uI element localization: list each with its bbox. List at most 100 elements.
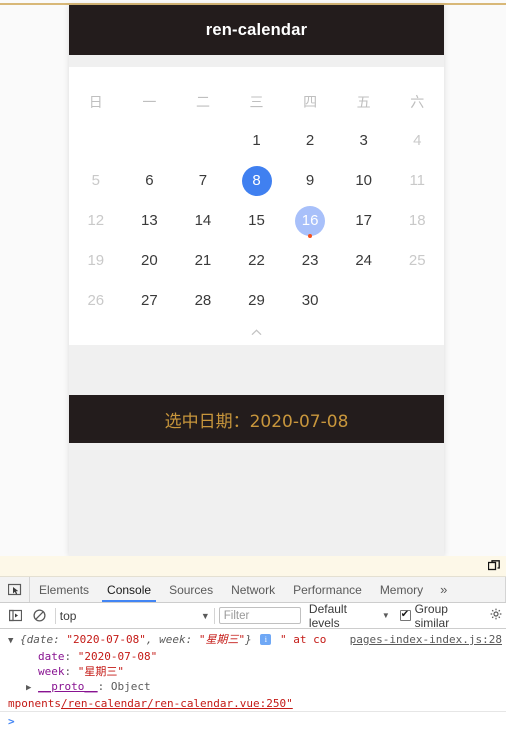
calendar-day-7[interactable]: 7 [176,161,230,201]
calendar-day-17[interactable]: 17 [337,201,391,241]
console-toolbar[interactable]: top ▼ Filter Default levels ▼ Group simi… [0,601,506,630]
calendar-day-14[interactable]: 14 [176,201,230,241]
calendar-day-25[interactable]: 25 [390,241,444,281]
calendar-day-18[interactable]: 18 [390,201,444,241]
calendar-day-9[interactable]: 9 [283,161,337,201]
event-dot-indicator [308,234,313,238]
console-prop-date: date: "2020-07-08" [8,649,502,664]
dock-window-icon[interactable] [487,559,500,577]
console-settings-icon[interactable] [490,608,502,623]
proto-value: Object [110,680,151,693]
calendar-day-1[interactable]: 1 [230,121,284,161]
group-similar-toggle[interactable]: Group similar [399,601,484,630]
execution-context-value: top [59,608,77,623]
calendar-weekday-6: 六 [390,89,444,115]
calendar-collapse-button[interactable] [69,321,444,343]
calendar-day-6[interactable]: 6 [123,161,177,201]
calendar-day-15[interactable]: 15 [230,201,284,241]
calendar-day-8[interactable]: 8 [230,161,284,201]
calendar-day-28[interactable]: 28 [176,281,230,321]
calendar-day-30[interactable]: 30 [283,281,337,321]
calendar-day-24[interactable]: 24 [337,241,391,281]
calendar-day-label [134,126,164,156]
summary-colon-2: : [185,633,199,646]
devtools-tab-sources[interactable]: Sources [160,577,222,602]
calendar-day-label: 1 [252,132,261,149]
calendar-day-label: 28 [194,292,212,309]
devtools-tab-memory[interactable]: Memory [371,577,432,602]
calendar-day-21[interactable]: 21 [176,241,230,281]
calendar-day-5[interactable]: 5 [69,161,123,201]
calendar-day-12[interactable]: 12 [69,201,123,241]
summary-key-date: date [26,633,54,646]
wrapped-link[interactable]: /ren-calendar/ren-calendar.vue:250" [61,697,293,710]
console-filter-input[interactable]: Filter [218,607,301,624]
calendar-weekday-label: 六 [410,95,425,111]
devtools-tab-network[interactable]: Network [222,577,284,602]
devtools-tab-console[interactable]: Console [98,577,160,602]
selected-date-text: 选中日期：2020-07-08 [164,411,349,432]
calendar-weekday-0: 日 [69,89,123,115]
calendar-day-label: 6 [145,172,154,189]
console-output[interactable]: ▼ {date: "2020-07-08", week: "星期三"} i " … [0,629,506,711]
calendar-day-29[interactable]: 29 [230,281,284,321]
calendar-day-22[interactable]: 22 [230,241,284,281]
calendar-week-row: 19 20 21 22 23 24 25 [69,241,444,281]
console-prompt-row[interactable]: > [0,711,506,728]
calendar-weekday-label: 四 [303,95,318,111]
calendar-day-23[interactable]: 23 [283,241,337,281]
calendar-day-label: 12 [87,212,105,229]
group-similar-label: Group similar [414,601,450,630]
console-log-entry[interactable]: ▼ {date: "2020-07-08", week: "星期三"} i " … [0,632,506,696]
calendar-day-10[interactable]: 10 [337,161,391,201]
devtools-tab-elements[interactable]: Elements [30,577,98,602]
console-object-props: date: "2020-07-08" week: "星期三" [8,649,502,679]
clear-console-icon[interactable] [27,609,50,622]
log-levels-label: Default levels [308,601,347,630]
calendar-day-20[interactable]: 20 [123,241,177,281]
calendar-day-label: 19 [87,252,105,269]
calendar-day-label: 27 [141,292,158,309]
console-wrapped-line[interactable]: mponents/ren-calendar/ren-calendar.vue:2… [0,696,506,711]
calendar-day-label: 26 [87,292,105,309]
log-levels-dropdown[interactable]: Default levels ▼ [309,602,390,630]
calendar-day-4[interactable]: 4 [390,121,444,161]
inspect-element-icon[interactable] [0,577,30,602]
calendar-day-26[interactable]: 26 [69,281,123,321]
calendar-day-label: 8 [241,166,272,196]
calendar-day-16[interactable]: 16 [283,201,337,241]
proto-expand-triangle-icon[interactable]: ▶ [26,683,31,693]
more-tabs-button[interactable]: » [432,577,455,602]
summary-val-week: "星期三" [198,633,246,646]
console-prop-key: date [38,650,65,663]
toolbar-divider-2 [213,607,215,624]
prompt-chevron-icon: > [8,715,15,728]
calendar-day-19[interactable]: 19 [69,241,123,281]
calendar-widget[interactable]: 日一二三四五六 1 2 3 4 5 6 7 8 9 10 11 12 13 14 15 16 17 18 19 20 2… [69,67,444,345]
proto-colon: : [97,680,111,693]
calendar-weekday-label: 二 [195,95,210,111]
console-source-link[interactable]: pages-index-index.js:28 [350,632,502,647]
calendar-day-label: 2 [305,132,315,149]
calendar-day-13[interactable]: 13 [123,201,177,241]
calendar-day-empty [390,281,444,321]
console-proto-row[interactable]: ▶ __proto__: Object [8,679,502,696]
calendar-day-label: 4 [413,132,422,149]
calendar-grid[interactable]: 1 2 3 4 5 6 7 8 9 10 11 12 13 14 15 16 17 18 19 20 21 22 23 24 2… [69,121,444,321]
show-console-sidebar-icon[interactable] [4,609,27,622]
devtools-tab-performance[interactable]: Performance [284,577,371,602]
execution-context-selector[interactable]: top ▼ [60,609,210,623]
calendar-day-11[interactable]: 11 [390,161,444,201]
calendar-day-label [349,286,379,316]
calendar-day-empty [123,121,177,161]
calendar-day-label: 17 [355,212,373,229]
calendar-day-3[interactable]: 3 [337,121,391,161]
calendar-day-2[interactable]: 2 [283,121,337,161]
group-similar-checkbox[interactable] [399,608,411,621]
phone-body-blank [69,443,444,556]
calendar-weekday-5: 五 [337,89,391,115]
console-log-summary[interactable]: ▼ {date: "2020-07-08", week: "星期三"} i " … [8,632,502,649]
calendar-day-27[interactable]: 27 [123,281,177,321]
expand-triangle-icon[interactable]: ▼ [8,636,13,646]
devtools-tabbar[interactable]: Elements Console Sources Network Performance… [0,577,506,603]
